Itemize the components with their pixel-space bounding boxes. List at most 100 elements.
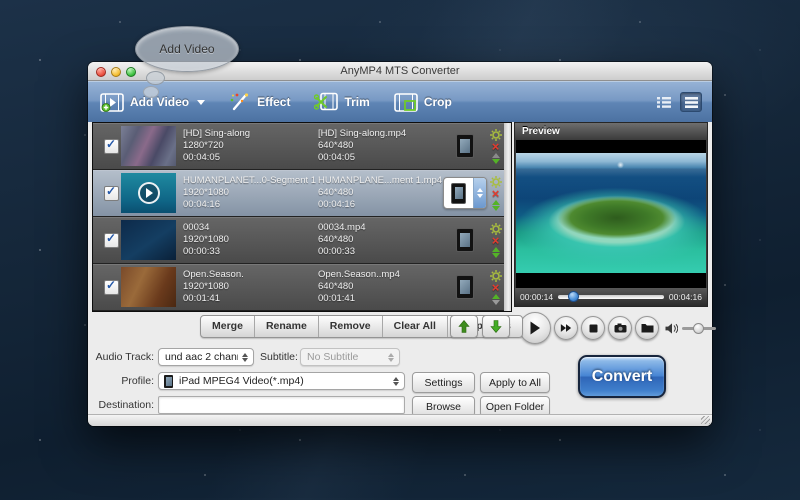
remove-button[interactable]: Remove	[319, 316, 383, 337]
trim-button[interactable]: Trim	[314, 92, 369, 112]
close-window-button[interactable]	[96, 67, 106, 77]
detail-view-button[interactable]	[654, 93, 674, 111]
list-view-button[interactable]	[680, 92, 702, 112]
output-duration: 00:04:16	[318, 199, 443, 211]
file-row-4[interactable]: Open.Season. 1920*1080 00:01:41 Open.Sea…	[93, 264, 504, 311]
seek-knob[interactable]	[568, 291, 579, 302]
convert-button[interactable]: Convert	[578, 355, 666, 398]
move-down-icon[interactable]	[492, 253, 500, 258]
output-info: Open.Season..mp4 640*480 00:01:41	[318, 269, 443, 305]
zoom-window-button[interactable]	[126, 67, 136, 77]
down-arrow-icon	[477, 194, 483, 198]
volume-knob[interactable]	[693, 323, 704, 334]
row-4-checkbox[interactable]	[104, 280, 119, 295]
move-up-button[interactable]	[450, 315, 478, 338]
output-resolution: 640*480	[318, 234, 443, 246]
row-1-checkbox[interactable]	[104, 139, 119, 154]
playback-controls	[519, 312, 716, 344]
file-list-rows: [HD] Sing-along 1280*720 00:04:05 [HD] S…	[93, 123, 504, 311]
profile-popup[interactable]	[443, 177, 487, 209]
volume-control	[665, 323, 716, 334]
list-scrollbar[interactable]	[504, 123, 511, 311]
output-resolution: 640*480	[318, 187, 443, 199]
move-up-icon[interactable]	[492, 200, 500, 205]
fast-forward-button[interactable]	[554, 316, 578, 340]
tooltip-label: Add Video	[159, 42, 214, 56]
settings-button[interactable]: Settings	[412, 372, 475, 393]
device-profile-select[interactable]	[443, 177, 487, 209]
merge-button[interactable]: Merge	[201, 316, 255, 337]
output-resolution: 640*480	[318, 281, 443, 293]
source-info: [HD] Sing-along 1280*720 00:04:05	[183, 128, 318, 164]
move-down-icon[interactable]	[492, 206, 500, 211]
remove-row-icon[interactable]: ×	[492, 283, 500, 293]
source-resolution: 1920*1080	[183, 187, 318, 199]
output-name: HUMANPLANE...ment 1.mp4	[318, 175, 443, 187]
minimize-window-button[interactable]	[111, 67, 121, 77]
video-thumbnail[interactable]	[121, 220, 176, 260]
play-overlay-icon[interactable]	[138, 182, 160, 204]
stop-button[interactable]	[581, 316, 605, 340]
source-name: [HD] Sing-along	[183, 128, 318, 140]
video-thumbnail[interactable]	[121, 126, 176, 166]
move-up-icon[interactable]	[492, 153, 500, 158]
green-up-arrow-icon	[458, 320, 470, 333]
elapsed-time: 00:00:14	[520, 292, 553, 302]
volume-track[interactable]	[682, 327, 716, 330]
clear-all-button[interactable]: Clear All	[383, 316, 448, 337]
profile-label: Profile:	[94, 375, 154, 387]
up-arrow-icon	[477, 188, 483, 192]
seek-track[interactable]	[558, 295, 664, 299]
source-resolution: 1280*720	[183, 140, 318, 152]
open-folder-button-small[interactable]	[635, 316, 659, 340]
file-row-3[interactable]: 00034 1920*1080 00:00:33 00034.mp4 640*4…	[93, 217, 504, 264]
effect-button[interactable]: Effect	[229, 92, 290, 112]
video-thumbnail[interactable]	[121, 173, 176, 213]
file-row-1[interactable]: [HD] Sing-along 1280*720 00:04:05 [HD] S…	[93, 123, 504, 170]
remove-row-icon[interactable]: ×	[492, 236, 500, 246]
move-down-icon[interactable]	[492, 159, 500, 164]
move-down-button[interactable]	[482, 315, 510, 338]
subtitle-select[interactable]: No Subtitle	[300, 348, 400, 366]
view-toggles	[654, 92, 702, 112]
file-row-2[interactable]: HUMANPLANET...0-Segment 1 1920*1080 00:0…	[93, 170, 504, 217]
app-window: AnyMP4 MTS Converter Add Video	[88, 62, 712, 426]
move-down-icon[interactable]	[492, 300, 500, 305]
preview-panel: Preview 00:00:14 00:04:16	[514, 122, 708, 307]
move-up-icon[interactable]	[492, 294, 500, 299]
film-add-icon	[100, 93, 124, 112]
output-name: [HD] Sing-along.mp4	[318, 128, 443, 140]
row-3-checkbox[interactable]	[104, 233, 119, 248]
device-profile[interactable]	[443, 228, 487, 252]
row-actions: ×	[487, 270, 504, 305]
move-up-icon[interactable]	[492, 247, 500, 252]
row-actions: ×	[487, 176, 504, 211]
profile-select[interactable]: iPad MPEG4 Video(*.mp4)	[158, 372, 405, 390]
remove-row-icon[interactable]: ×	[492, 142, 500, 152]
source-resolution: 1920*1080	[183, 281, 318, 293]
camera-icon	[614, 323, 627, 333]
output-duration: 00:01:41	[318, 293, 443, 305]
select-arrows-icon	[389, 377, 404, 386]
destination-input[interactable]	[158, 396, 405, 414]
window-controls	[96, 67, 136, 77]
trim-label: Trim	[344, 95, 369, 109]
video-display[interactable]	[516, 140, 706, 288]
audio-track-select[interactable]: und aac 2 channels	[158, 348, 254, 366]
green-down-arrow-icon	[490, 320, 502, 333]
play-button[interactable]	[519, 312, 551, 344]
snapshot-button[interactable]	[608, 316, 632, 340]
video-thumbnail[interactable]	[121, 267, 176, 307]
device-profile[interactable]	[443, 134, 487, 158]
rename-button[interactable]: Rename	[255, 316, 319, 337]
row-2-checkbox[interactable]	[104, 186, 119, 201]
crop-button[interactable]: Crop	[394, 93, 452, 112]
convert-label: Convert	[592, 368, 652, 386]
resize-grip[interactable]	[701, 416, 710, 424]
preview-header: Preview	[515, 123, 707, 140]
remove-row-icon[interactable]: ×	[492, 189, 500, 199]
window-footer	[88, 414, 712, 426]
apply-to-all-button[interactable]: Apply to All	[480, 372, 550, 393]
crop-label: Crop	[424, 95, 452, 109]
device-profile[interactable]	[443, 275, 487, 299]
